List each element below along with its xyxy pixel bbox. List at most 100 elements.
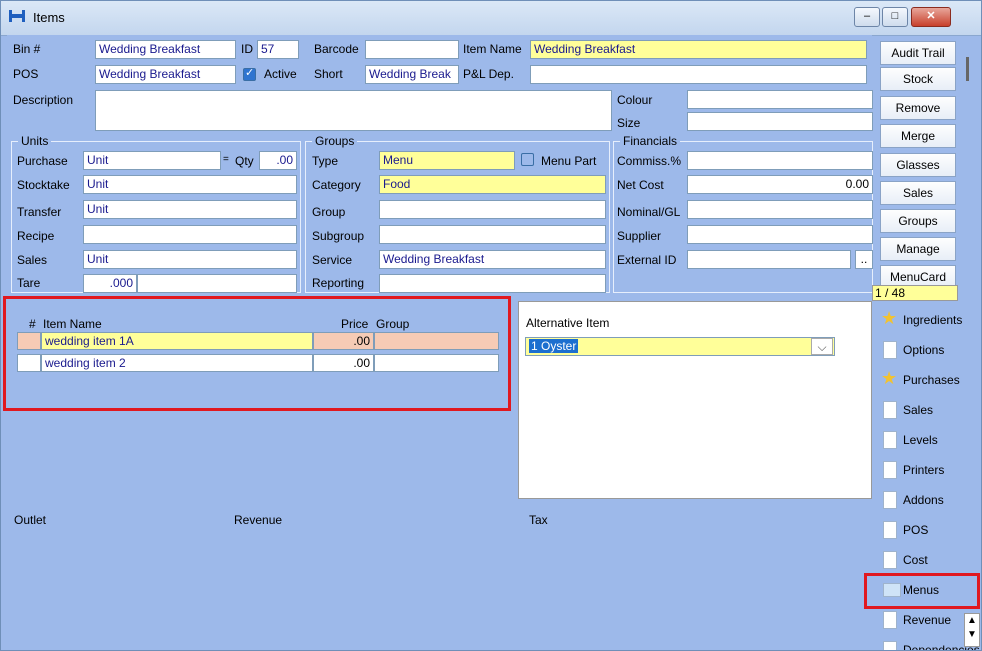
commiss-label: Commiss.% (617, 154, 682, 168)
item-name-label: Item Name (463, 42, 522, 56)
manage-button[interactable]: Manage (880, 237, 956, 261)
commiss-field[interactable] (687, 151, 873, 170)
outlet-header: Outlet (14, 513, 47, 527)
revenue-header: Revenue (234, 513, 283, 527)
items-app-icon (9, 10, 25, 22)
subgroup-field[interactable] (379, 225, 606, 244)
highlight-box-items-grid (3, 296, 511, 411)
groups-button[interactable]: Groups (880, 209, 956, 233)
short-field[interactable]: Wedding Break (365, 65, 459, 84)
tab-purchases[interactable]: ★ Purchases (873, 366, 981, 394)
tab-addons[interactable]: Addons (873, 486, 981, 514)
net-cost-field[interactable]: 0.00 (687, 175, 873, 194)
bin-field[interactable]: Wedding Breakfast (95, 40, 236, 59)
menu-part-checkbox[interactable] (521, 153, 534, 166)
glasses-button[interactable]: Glasses (880, 153, 956, 177)
tab-label: POS (903, 523, 929, 537)
page-icon (883, 551, 897, 569)
description-field[interactable] (95, 90, 612, 131)
supplier-label: Supplier (617, 229, 662, 243)
service-field[interactable]: Wedding Breakfast (379, 250, 606, 269)
recipe-field[interactable] (83, 225, 297, 244)
active-checkbox[interactable] (243, 66, 256, 81)
transfer-label: Transfer (17, 205, 62, 219)
page-icon (883, 521, 897, 539)
right-scrollbar[interactable] (963, 47, 981, 307)
tab-cost[interactable]: Cost (873, 546, 981, 574)
star-icon: ★ (881, 368, 898, 388)
tab-printers[interactable]: Printers (873, 456, 981, 484)
barcode-field[interactable] (365, 40, 459, 59)
page-icon (883, 641, 897, 650)
qty-field[interactable]: .00 (259, 151, 297, 170)
close-button[interactable]: ✕ (911, 7, 951, 27)
tare-extra-field[interactable] (137, 274, 297, 293)
external-id-label: External ID (617, 253, 677, 267)
audit-trail-button[interactable]: Audit Trail (880, 41, 956, 65)
reporting-label: Reporting (312, 276, 365, 290)
minimize-button[interactable]: – (854, 7, 880, 27)
page-icon (883, 611, 897, 629)
tab-scroll-control[interactable]: ▲ ▼ (964, 613, 980, 647)
pl-dep-field[interactable] (530, 65, 867, 84)
reporting-field[interactable] (379, 274, 606, 293)
highlight-box-menus-tab (864, 573, 980, 609)
type-field[interactable]: Menu (379, 151, 515, 170)
purchase-label: Purchase (17, 154, 68, 168)
stock-button[interactable]: Stock (880, 67, 956, 91)
recipe-label: Recipe (17, 229, 55, 243)
supplier-field[interactable] (687, 225, 873, 244)
tab-label: Ingredients (903, 313, 963, 327)
financials-title: Financials (620, 134, 681, 148)
external-id-field[interactable] (687, 250, 851, 269)
tare-label: Tare (17, 276, 41, 290)
tab-label: Purchases (903, 373, 960, 387)
group-label: Group (312, 205, 346, 219)
colour-field[interactable] (687, 90, 873, 109)
equals-sign: = (223, 154, 229, 165)
tab-ingredients[interactable]: ★ Ingredients (873, 306, 981, 334)
sales-button[interactable]: Sales (880, 181, 956, 205)
pl-dep-label: P&L Dep. (463, 67, 514, 81)
alternative-item-panel: Alternative Item 1 Oyster ⌵ (518, 301, 872, 499)
nominal-label: Nominal/GL (617, 205, 681, 219)
tab-sales[interactable]: Sales (873, 396, 981, 424)
external-id-lookup-button[interactable]: .. (855, 250, 873, 269)
items-window: Items – □ ✕ Bin # Wedding Breakfast ID 5… (0, 0, 982, 651)
remove-button[interactable]: Remove (880, 96, 956, 120)
short-label: Short (314, 67, 343, 81)
tab-label: Cost (903, 553, 928, 567)
tab-options[interactable]: Options (873, 336, 981, 364)
category-label: Category (312, 178, 361, 192)
stocktake-field[interactable]: Unit (83, 175, 297, 194)
alternative-item-select[interactable]: 1 Oyster (525, 337, 835, 356)
transfer-field[interactable]: Unit (83, 200, 297, 219)
page-icon (883, 431, 897, 449)
tare-field[interactable]: .000 (83, 274, 137, 293)
purchase-unit-field[interactable]: Unit (83, 151, 221, 170)
size-label: Size (617, 116, 641, 130)
tab-pos[interactable]: POS (873, 516, 981, 544)
barcode-label: Barcode (314, 42, 359, 56)
group-field[interactable] (379, 200, 606, 219)
chevron-down-icon[interactable]: ⌵ (811, 338, 833, 355)
title-bar: Items – □ ✕ (1, 1, 981, 36)
tab-label: Printers (903, 463, 945, 477)
maximize-button[interactable]: □ (882, 7, 908, 27)
alternative-item-value: 1 Oyster (529, 339, 579, 353)
item-name-field[interactable]: Wedding Breakfast (530, 40, 867, 59)
groups-title: Groups (312, 134, 358, 148)
record-counter: 1 / 48 (872, 285, 958, 301)
pos-field[interactable]: Wedding Breakfast (95, 65, 236, 84)
window-title: Items (33, 10, 65, 25)
net-cost-label: Net Cost (617, 178, 664, 192)
sales-unit-field[interactable]: Unit (83, 250, 297, 269)
id-field[interactable]: 57 (257, 40, 299, 59)
category-field[interactable]: Food (379, 175, 606, 194)
size-field[interactable] (687, 112, 873, 131)
tab-levels[interactable]: Levels (873, 426, 981, 454)
nominal-field[interactable] (687, 200, 873, 219)
service-label: Service (312, 253, 353, 267)
item-detail-form: Bin # Wedding Breakfast ID 57 Barcode It… (7, 35, 873, 295)
merge-button[interactable]: Merge (880, 124, 956, 148)
